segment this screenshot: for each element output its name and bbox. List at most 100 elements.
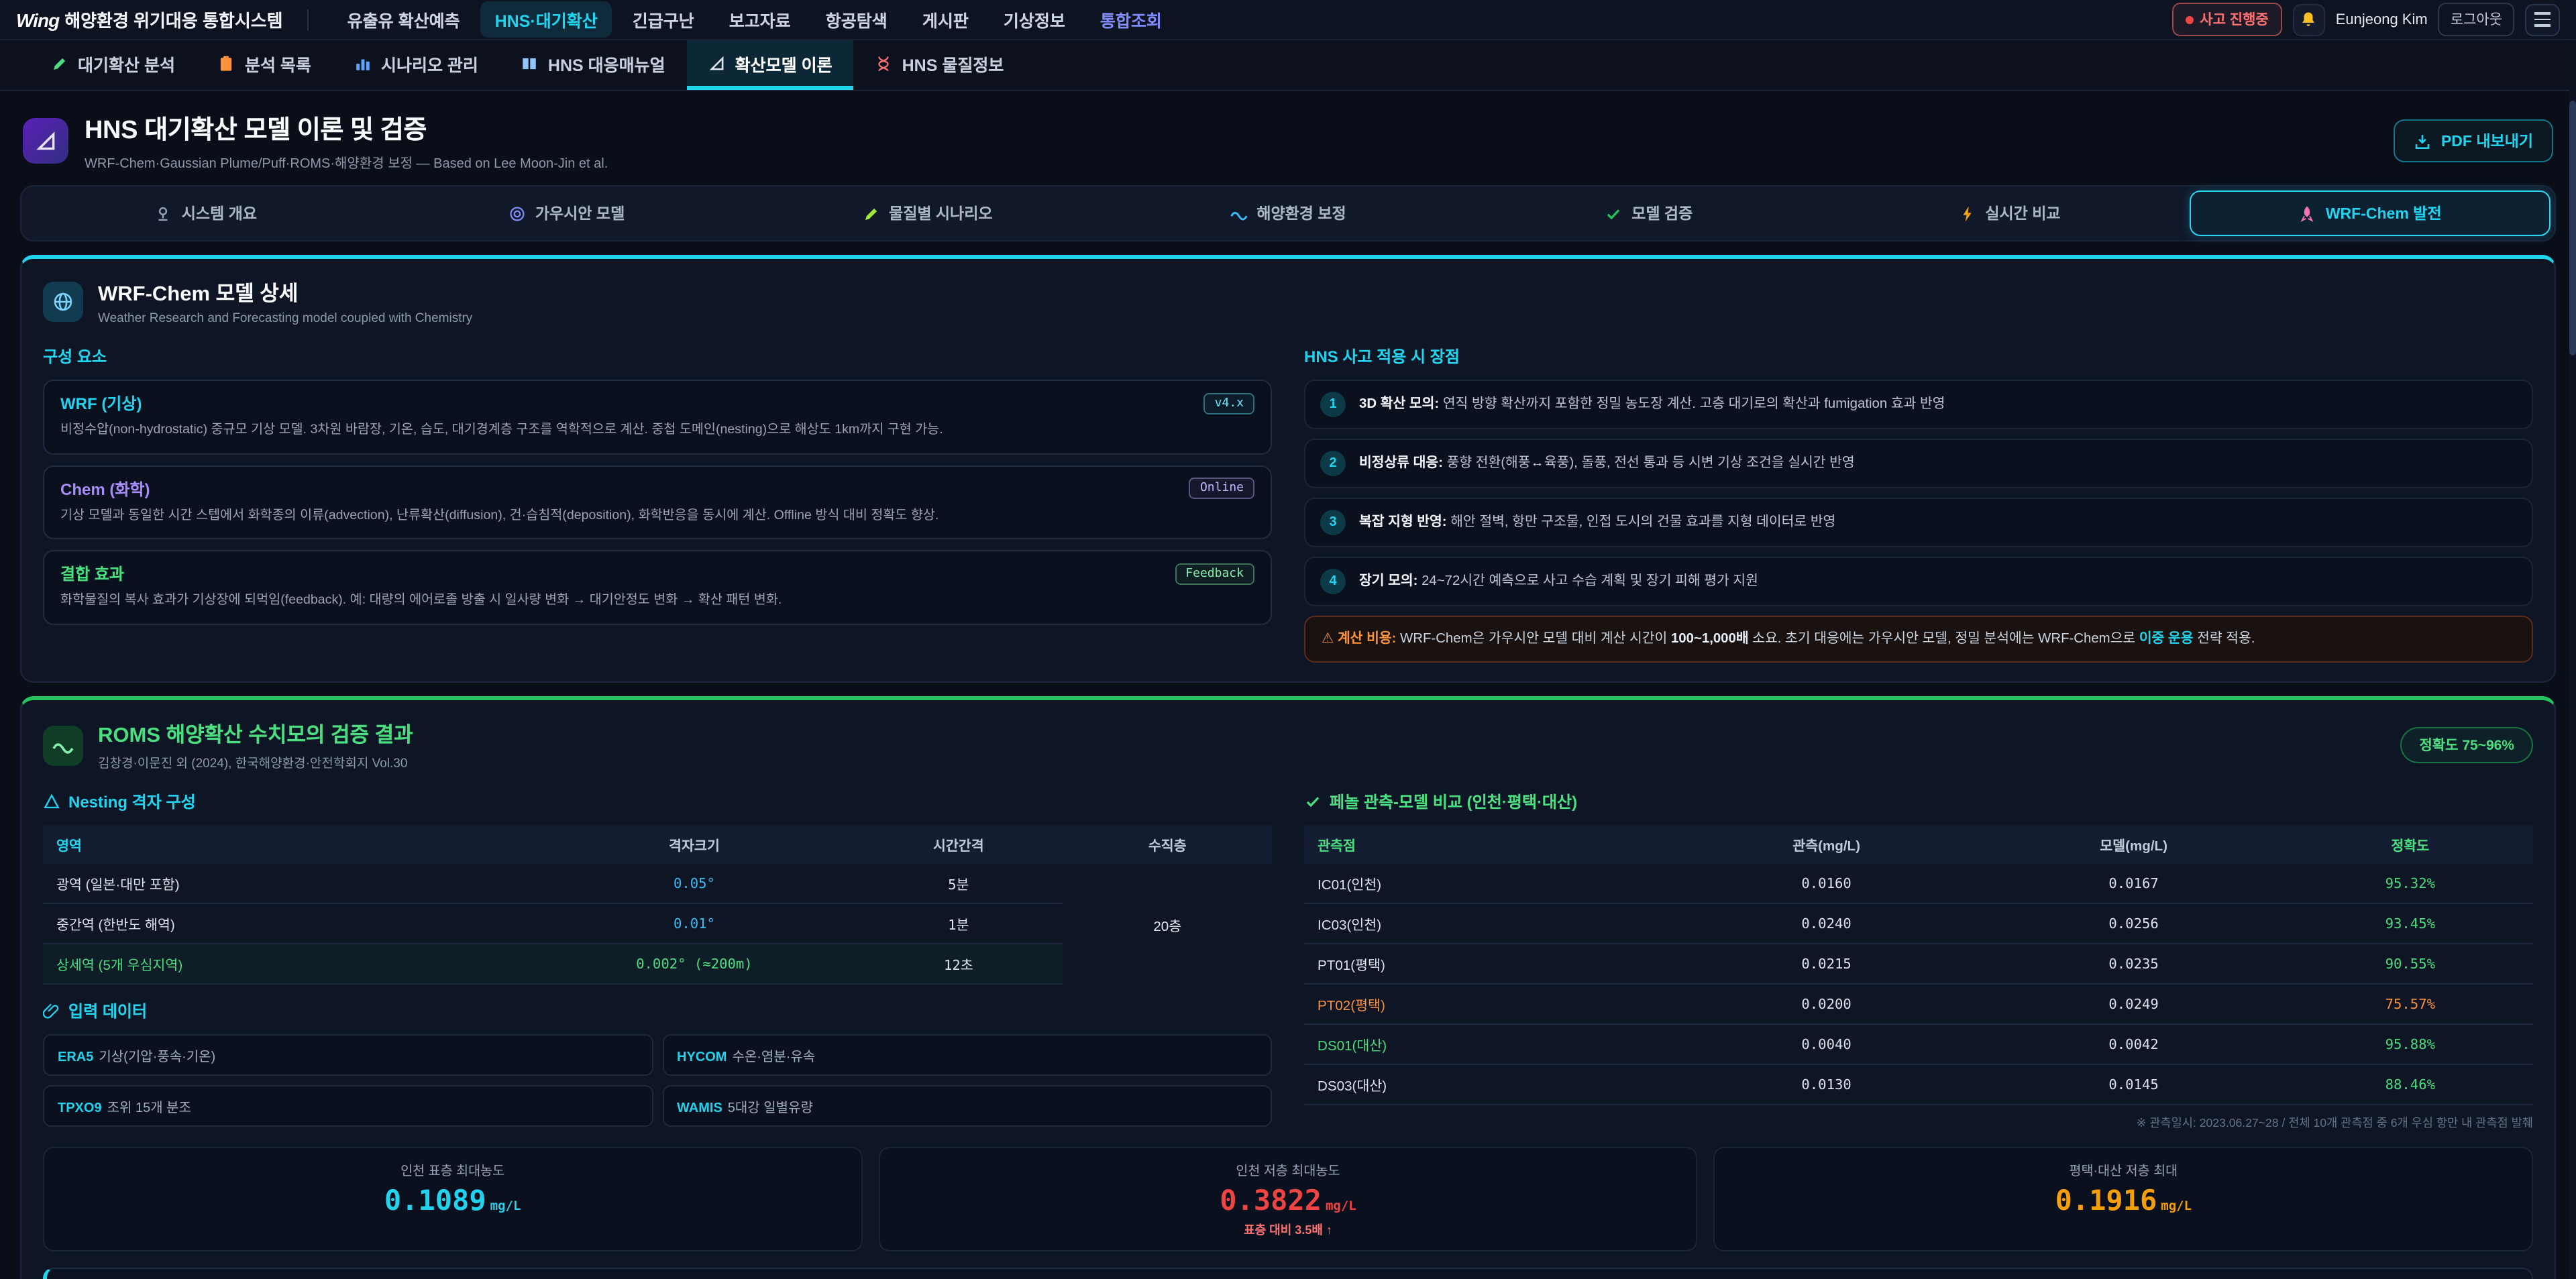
- main-menu-item[interactable]: 보고자료: [714, 1, 806, 38]
- subnav-item-icon: [51, 54, 68, 72]
- phenol-modeled: 0.0249: [1980, 985, 2288, 1025]
- main-menu-item[interactable]: 통합조회: [1085, 1, 1177, 38]
- phenol-observed: 0.0200: [1673, 985, 1980, 1025]
- component-card[interactable]: Chem (화학) Online 기상 모델과 동일한 시간 스텝에서 화학종의…: [43, 465, 1272, 539]
- subnav-item-icon: [218, 54, 235, 72]
- advantage-text: 해안 절벽, 항만 구조물, 인접 도시의 건물 효과를 지형 데이터로 반영: [1447, 515, 1836, 530]
- advantage-item: 1 3D 확산 모의: 연직 방향 확산까지 포함한 정밀 농도장 계산. 고층…: [1304, 380, 2533, 429]
- page-title: HNS 대기확산 모델 이론 및 검증: [85, 110, 2378, 146]
- metric-unit: mg/L: [490, 1200, 521, 1215]
- metric-box: 평택·대산 저층 최대 0.1916mg/L: [1714, 1148, 2533, 1252]
- input-source: TPXO9: [58, 1102, 102, 1117]
- phenol-site: IC01(인천): [1304, 865, 1673, 904]
- paperclip-icon: [43, 1003, 60, 1020]
- roms-section-title: ROMS 해양확산 수치모의 검증 결과: [98, 720, 413, 749]
- phenol-accuracy: 93.45%: [2288, 904, 2533, 944]
- phenol-row: DS01(대산) 0.0040 0.0042 95.88%: [1304, 1025, 2533, 1065]
- component-name: 결합 효과: [60, 563, 124, 586]
- metric-box: 인천 저층 최대농도 0.3822mg/L 표층 대비 3.5배 ↑: [878, 1148, 1697, 1252]
- main-menu-item[interactable]: 유출유 확산예측: [333, 1, 475, 38]
- input-data-chip: ERA5 기상(기압·풍속·기온): [43, 1035, 653, 1076]
- main-menu-item[interactable]: 긴급구난: [618, 1, 709, 38]
- section-tab[interactable]: 모델 검증: [1468, 190, 1829, 236]
- subnav-item[interactable]: HNS 대응매뉴얼: [500, 40, 687, 90]
- section-tab[interactable]: 가우시안 모델: [386, 190, 747, 236]
- section-tab[interactable]: 물질별 시나리오: [747, 190, 1108, 236]
- topnav-right: 사고 진행중 Eunjeong Kim 로그아웃: [2171, 3, 2560, 36]
- vertical-layers-cell: 20층: [1063, 865, 1272, 985]
- wrf-section-subtitle: Weather Research and Forecasting model c…: [98, 311, 472, 326]
- triangle-icon: [43, 793, 60, 811]
- section-tabs: 시스템 개요 가우시안 모델 물질별 시나리오 해양환경 보정: [20, 185, 2556, 241]
- nesting-col-dt: 시간간격: [854, 826, 1063, 865]
- phenol-accuracy: 90.55%: [2288, 944, 2533, 985]
- divider: [307, 9, 309, 30]
- notifications-button[interactable]: [2293, 3, 2325, 36]
- incident-status-badge[interactable]: 사고 진행중: [2171, 3, 2282, 36]
- input-data-chip: HYCOM수온·염분·유속: [662, 1035, 1272, 1076]
- section-tab[interactable]: 시스템 개요: [25, 190, 386, 236]
- section-tab[interactable]: WRF-Chem 발전: [2190, 190, 2551, 236]
- component-card[interactable]: 결합 효과 Feedback 화학물질의 복사 효과가 기상장에 되먹임(fee…: [43, 551, 1272, 625]
- scrollbar-thumb[interactable]: [2569, 101, 2576, 355]
- logout-button[interactable]: 로그아웃: [2438, 3, 2514, 36]
- component-badge: Online: [1189, 478, 1254, 499]
- wave-icon: [52, 735, 74, 757]
- subnav-item[interactable]: 분석 목록: [197, 40, 333, 90]
- phenol-site: PT01(평택): [1304, 944, 1673, 985]
- globe-icon-box: [43, 282, 83, 322]
- nesting-col-grid: 격자크기: [535, 826, 854, 865]
- metric-unit: mg/L: [1326, 1200, 1356, 1215]
- input-desc: 기상(기압·풍속·기온): [99, 1051, 215, 1066]
- input-desc: 조위 15개 분조: [107, 1102, 191, 1117]
- tab-icon: [2299, 205, 2316, 222]
- components-column: 구성 요소 WRF (기상) v4.x 비정수압(non-hydrostatic…: [43, 339, 1272, 663]
- input-source: ERA5: [58, 1051, 93, 1066]
- subnav-item[interactable]: 확산모델 이론: [687, 40, 854, 90]
- main-menu-item[interactable]: 게시판: [908, 1, 983, 38]
- main-menu-item[interactable]: 항공탐색: [811, 1, 902, 38]
- key-finding-note: 핵심 발견: 페놀은 Sinker 특성으로 저층에서 농도 축적이 두드러짐 …: [43, 1268, 2533, 1279]
- section-tab[interactable]: 해양환경 보정: [1108, 190, 1468, 236]
- phenol-row: PT02(평택) 0.0200 0.0249 75.57%: [1304, 985, 2533, 1025]
- hamburger-menu-button[interactable]: [2525, 3, 2560, 36]
- input-source: WAMIS: [677, 1102, 722, 1117]
- input-data-chip: TPXO9 조위 15개 분조: [43, 1086, 653, 1127]
- main-menu-item[interactable]: HNS·대기확산: [480, 1, 612, 38]
- advantage-number: 3: [1320, 510, 1346, 535]
- main-menu-item[interactable]: 기상정보: [989, 1, 1080, 38]
- component-card[interactable]: WRF (기상) v4.x 비정수압(non-hydrostatic) 중규모 …: [43, 380, 1272, 454]
- phenol-modeled: 0.0042: [1980, 1025, 2288, 1065]
- subnav-item[interactable]: 대기확산 분석: [30, 40, 197, 90]
- nesting-heading: Nesting 격자 구성: [43, 791, 1272, 814]
- phenol-observed: 0.0130: [1673, 1065, 1980, 1105]
- component-description: 화학물질의 복사 효과가 기상장에 되먹임(feedback). 예: 대량의 …: [60, 592, 1254, 612]
- phenol-site: DS03(대산): [1304, 1065, 1673, 1105]
- phenol-column: 페놀 관측-모델 비교 (인천·평택·대산) 관측점 관측(mg/L) 모델(m…: [1304, 785, 2533, 1131]
- input-source: HYCOM: [677, 1051, 727, 1066]
- metric-value: 0.1089: [384, 1185, 486, 1217]
- component-description: 비정수압(non-hydrostatic) 중규모 기상 모델. 3차원 바람장…: [60, 421, 1254, 441]
- phenol-modeled: 0.0256: [1980, 904, 2288, 944]
- download-icon: [2414, 132, 2432, 150]
- phenol-accuracy: 75.57%: [2288, 985, 2533, 1025]
- metric-label: 인천 저층 최대농도: [893, 1161, 1682, 1180]
- metric-value: 0.1916: [2055, 1185, 2157, 1217]
- main-menu: 유출유 확산예측 HNS·대기확산 긴급구난 보고자료 항공탐색 게시판 기상정…: [333, 1, 2161, 38]
- phenol-row: IC01(인천) 0.0160 0.0167 95.32%: [1304, 865, 2533, 904]
- phenol-modeled: 0.0167: [1980, 865, 2288, 904]
- phenol-accuracy: 88.46%: [2288, 1065, 2533, 1105]
- subnav-item[interactable]: HNS 물질정보: [854, 40, 1026, 90]
- phenol-table-note: ※ 관측일시: 2023.06.27~28 / 전체 10개 관측점 중 6개 …: [1304, 1114, 2533, 1131]
- page-scrollbar[interactable]: [2569, 40, 2576, 1279]
- section-tab[interactable]: 실시간 비교: [1829, 190, 2190, 236]
- brand[interactable]: Wing 해양환경 위기대응 통합시스템: [16, 7, 283, 32]
- phenol-heading: 페놀 관측-모델 비교 (인천·평택·대산): [1304, 791, 2533, 814]
- phenol-row: IC03(인천) 0.0240 0.0256 93.45%: [1304, 904, 2533, 944]
- subnav-item-icon: [354, 54, 372, 72]
- metric-subtext: 표층 대비 3.5배 ↑: [893, 1221, 1682, 1239]
- pdf-export-button[interactable]: PDF 내보내기: [2394, 119, 2553, 162]
- wrf-section-title: WRF-Chem 모델 상세: [98, 278, 472, 307]
- phenol-observed: 0.0040: [1673, 1025, 1980, 1065]
- subnav-item[interactable]: 시나리오 관리: [333, 40, 500, 90]
